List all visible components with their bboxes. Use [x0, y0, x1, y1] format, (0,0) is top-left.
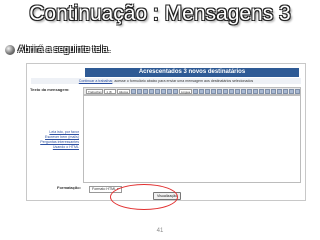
toolbar-button-icon[interactable] — [205, 88, 210, 94]
toolbar-button-icon[interactable] — [253, 88, 258, 94]
toolbar-button-icon[interactable] — [148, 88, 154, 94]
font-select[interactable]: Trebuchet — [86, 88, 104, 94]
embedded-screenshot: Acrescentados 3 novos destinatários Cont… — [26, 63, 306, 201]
bullet-line: Abrirá a seguinte tela. — [5, 44, 110, 55]
toolbar-button-icon[interactable] — [271, 88, 276, 94]
toolbar-buttons-left — [130, 88, 178, 94]
side-help-links: Leia isto, por favor Escrever bem (mails… — [31, 130, 79, 150]
side-link[interactable]: Usando o HTML — [31, 145, 79, 150]
toolbar-button-icon[interactable] — [172, 88, 178, 94]
toolbar-button-icon[interactable] — [217, 88, 222, 94]
bullet-dot-icon — [5, 44, 15, 55]
info-text: , acesse o formulário abaixo para enviar… — [112, 79, 254, 83]
highlight-ellipse — [110, 184, 178, 210]
format-label: Formatação: — [57, 185, 82, 190]
message-label: Texto da mensagem: — [30, 87, 70, 92]
screenshot-header: Acrescentados 3 novos destinatários — [85, 68, 299, 77]
toolbar-button-icon[interactable] — [235, 88, 240, 94]
screenshot-info-line: Continuar a trabalhar, acesse o formulár… — [31, 78, 301, 84]
toolbar-button-icon[interactable] — [211, 88, 216, 94]
toolbar-button-icon[interactable] — [247, 88, 252, 94]
toolbar-button-icon[interactable] — [241, 88, 246, 94]
toolbar-button-icon[interactable] — [289, 88, 294, 94]
language-select[interactable]: Lingua — [178, 88, 192, 94]
size-select[interactable]: 1 (8 pt) — [104, 88, 116, 99]
toolbar-button-icon[interactable] — [136, 88, 142, 94]
continue-working-link[interactable]: Continuar a trabalhar — [79, 79, 113, 83]
bullet-text: Abrirá a seguinte tela. — [18, 44, 111, 55]
toolbar-button-icon[interactable] — [199, 88, 204, 94]
toolbar-button-icon[interactable] — [223, 88, 228, 94]
message-editor[interactable] — [83, 95, 301, 183]
toolbar-button-icon[interactable] — [142, 88, 148, 94]
toolbar-button-icon[interactable] — [193, 88, 198, 94]
page-number: 41 — [156, 228, 164, 234]
toolbar-button-icon[interactable] — [283, 88, 288, 94]
toolbar-button-icon[interactable] — [229, 88, 234, 94]
toolbar-button-icon[interactable] — [160, 88, 166, 94]
toolbar-button-icon[interactable] — [130, 88, 136, 94]
toolbar-button-icon[interactable] — [154, 88, 160, 94]
editor-toolbar: Trebuchet 1 (8 pt) Idioma Lingua — [83, 87, 301, 99]
slide-title: Continuação : Mensagens 3 — [29, 2, 291, 25]
toolbar-button-icon[interactable] — [277, 88, 282, 94]
style-select[interactable]: Idioma — [116, 88, 130, 94]
toolbar-buttons-right — [193, 88, 300, 94]
toolbar-button-icon[interactable] — [166, 88, 172, 94]
toolbar-button-icon[interactable] — [295, 88, 300, 94]
toolbar-button-icon[interactable] — [265, 88, 270, 94]
toolbar-button-icon[interactable] — [259, 88, 264, 94]
